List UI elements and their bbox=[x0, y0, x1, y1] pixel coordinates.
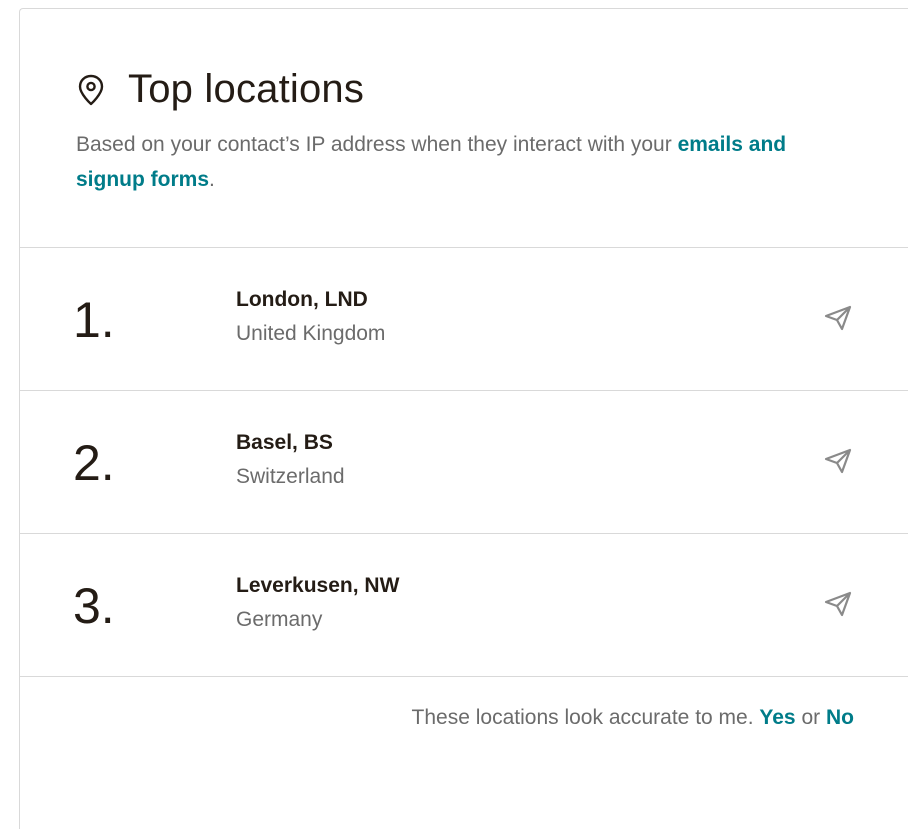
card-title: Top locations bbox=[128, 67, 365, 111]
title-row: Top locations bbox=[76, 67, 364, 112]
send-icon[interactable] bbox=[822, 590, 854, 618]
location-rank: 2. bbox=[73, 435, 115, 491]
feedback-or: or bbox=[801, 706, 821, 729]
no-link[interactable]: No bbox=[826, 706, 854, 729]
location-rank: 1. bbox=[73, 292, 115, 348]
card-description: Based on your contact’s IP address when … bbox=[76, 127, 856, 197]
send-icon[interactable] bbox=[822, 447, 854, 475]
location-rank: 3. bbox=[73, 578, 115, 634]
accuracy-feedback: These locations look accurate to me. Yes… bbox=[412, 706, 854, 730]
map-pin-icon bbox=[76, 73, 106, 107]
description-suffix: . bbox=[209, 168, 215, 191]
location-city: Basel, BS bbox=[236, 431, 333, 454]
description-text: Based on your contact’s IP address when … bbox=[76, 133, 678, 156]
location-country: United Kingdom bbox=[236, 322, 386, 345]
send-icon[interactable] bbox=[822, 304, 854, 332]
location-city: Leverkusen, NW bbox=[236, 574, 400, 597]
location-country: Germany bbox=[236, 608, 323, 631]
location-row-2: 2. Basel, BS Switzerland bbox=[20, 391, 908, 534]
location-country: Switzerland bbox=[236, 465, 345, 488]
location-row-3: 3. Leverkusen, NW Germany bbox=[20, 534, 908, 677]
card-header: Top locations Based on your contact’s IP… bbox=[20, 9, 908, 248]
location-city: London, LND bbox=[236, 288, 368, 311]
location-row-1: 1. London, LND United Kingdom bbox=[20, 248, 908, 391]
yes-link[interactable]: Yes bbox=[759, 706, 795, 729]
feedback-prompt: These locations look accurate to me. bbox=[411, 706, 754, 729]
